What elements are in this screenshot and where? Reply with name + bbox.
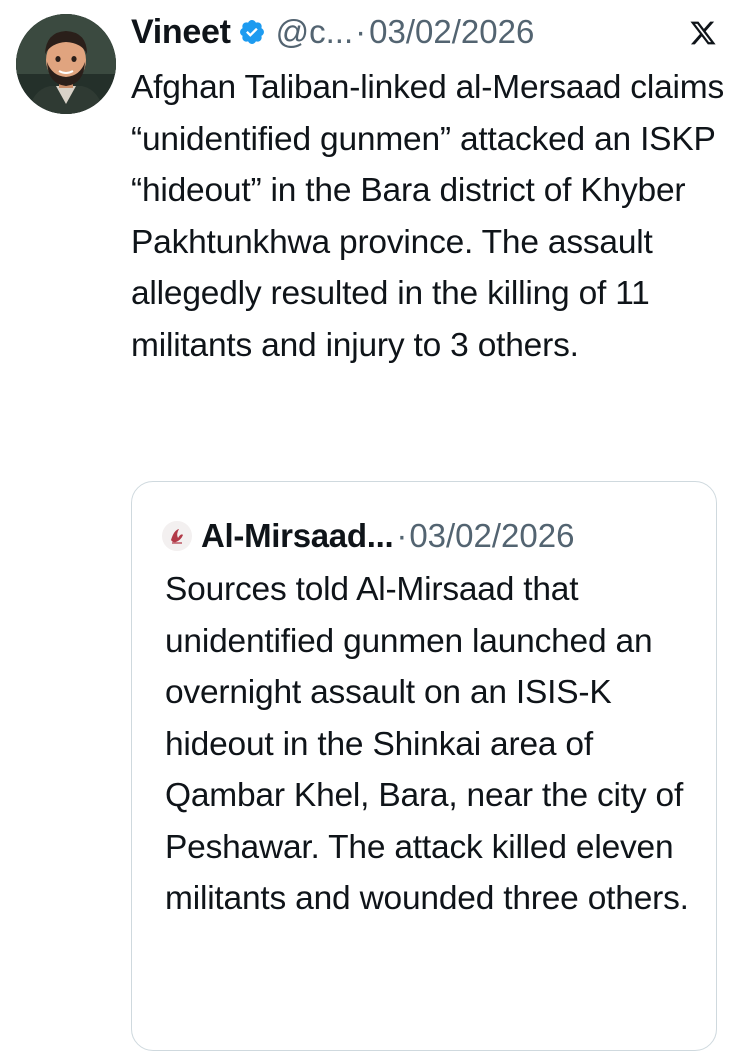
author-handle[interactable]: @c... [276,13,354,51]
quoted-tweet[interactable]: Al-Mirsaad... · 03/02/2026 Sources told … [131,481,717,1051]
quoted-tweet-text: Sources told Al-Mirsaad that unidentifie… [165,571,689,917]
author-avatar[interactable] [16,14,116,114]
verified-badge-icon [239,20,264,44]
quoted-display-name[interactable]: Al-Mirsaad... [201,517,394,555]
x-logo-icon [690,21,716,45]
tweet-text: Afghan Taliban-linked al-Mersaad claims … [131,69,725,364]
author-display-name[interactable]: Vineet [131,13,231,52]
tweet-card[interactable]: Vineet @c... · 03/02/2026 Afghan Taliban… [0,0,736,1051]
quoted-header-separator: · [396,517,408,554]
quoted-tweet-header: Al-Mirsaad... · 03/02/2026 [162,512,574,560]
tweet-date[interactable]: 03/02/2026 [369,13,534,51]
avatar-icon [16,14,116,114]
quoted-tweet-date[interactable]: 03/02/2026 [409,517,574,555]
al-mirsaad-logo-icon [162,521,192,551]
header-separator: · [355,13,367,50]
tweet-header: Vineet @c... · 03/02/2026 [131,8,731,56]
